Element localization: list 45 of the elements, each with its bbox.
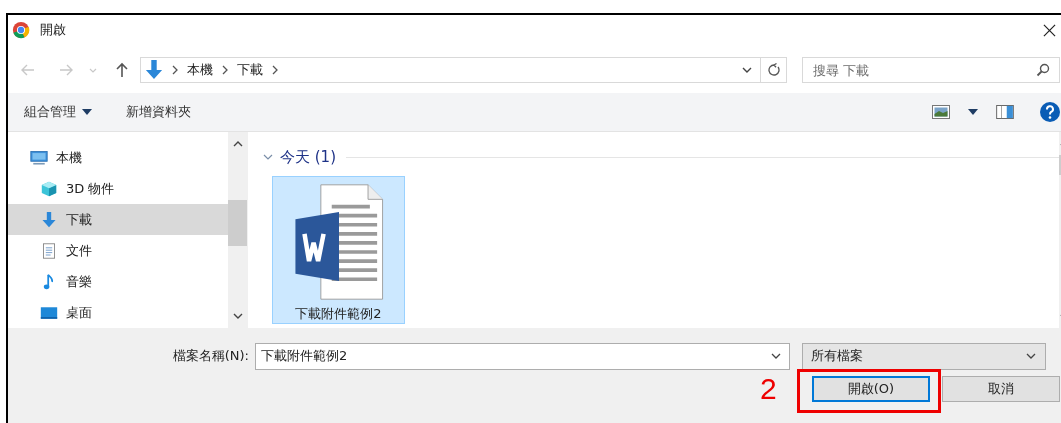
organize-menu-button[interactable]: 組合管理: [24, 101, 76, 123]
computer-icon: [30, 149, 48, 166]
sidebar-item[interactable]: 音樂: [8, 266, 228, 297]
dropdown-triangle-icon[interactable]: [968, 109, 978, 115]
dialog-button[interactable]: 取消: [942, 376, 1060, 402]
dialog-button[interactable]: 開啟(O): [812, 376, 930, 402]
close-icon[interactable]: [1043, 23, 1056, 37]
scroll-down-icon[interactable]: [232, 312, 243, 320]
chevron-right-icon[interactable]: [222, 65, 228, 75]
sidebar-item[interactable]: 下載: [8, 204, 228, 235]
preview-pane-icon[interactable]: [996, 105, 1014, 119]
refresh-icon: [766, 63, 781, 77]
sidebar-item[interactable]: 文件: [8, 235, 228, 266]
chevron-right-icon[interactable]: [272, 65, 278, 75]
sidebar-item[interactable]: 3D 物件: [8, 173, 228, 204]
window-title: 開啟: [40, 21, 66, 39]
file-name-label: 檔案名稱(N):: [171, 347, 250, 365]
download-arrow-icon: [145, 60, 163, 80]
group-heading: 今天 (1): [280, 147, 336, 167]
breadcrumb-item[interactable]: 下載: [237, 61, 263, 79]
scroll-thumb[interactable]: [228, 200, 247, 246]
search-icon: [1036, 63, 1050, 77]
chevron-right-icon[interactable]: [172, 65, 178, 75]
desktop-icon: [40, 304, 58, 321]
dropdown-triangle-icon[interactable]: [82, 109, 92, 115]
view-options-icon[interactable]: [932, 105, 950, 119]
up-arrow-icon[interactable]: [114, 62, 130, 78]
cube-icon: [40, 180, 58, 197]
scrollbar[interactable]: [228, 132, 247, 328]
word-document-icon: [292, 183, 385, 301]
new-folder-button[interactable]: 新增資料夾: [126, 101, 191, 123]
scroll-up-icon[interactable]: [232, 140, 243, 148]
down-arrow-icon: [40, 211, 58, 228]
breadcrumb-item[interactable]: 本機: [187, 61, 213, 79]
document-icon: [40, 242, 58, 259]
file-name-field[interactable]: 下載附件範例2: [255, 342, 790, 370]
search-field[interactable]: 搜尋 下載: [802, 57, 1060, 83]
sidebar-item[interactable]: 桌面: [8, 297, 228, 328]
help-icon[interactable]: [1040, 102, 1060, 122]
sidebar-item[interactable]: 本機: [8, 142, 228, 173]
step-number: 2: [760, 372, 778, 406]
address-bar[interactable]: 本機 下載: [140, 57, 787, 83]
browser-logo-icon: [12, 21, 30, 39]
file-item[interactable]: 下載附件範例2: [272, 176, 405, 324]
file-type-dropdown[interactable]: 所有檔案: [802, 342, 1046, 370]
